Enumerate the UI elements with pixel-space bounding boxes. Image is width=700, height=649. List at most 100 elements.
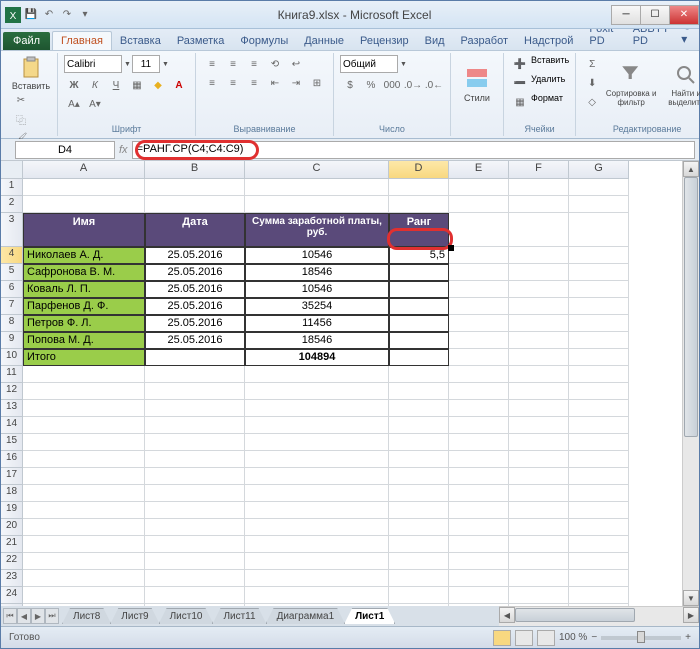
scroll-down-icon[interactable]: ▼ bbox=[683, 590, 699, 606]
wrap-text-icon[interactable]: ↩ bbox=[286, 55, 306, 73]
cell[interactable] bbox=[569, 434, 629, 451]
find-select-button[interactable]: Найти и выделить bbox=[660, 55, 700, 115]
col-header-F[interactable]: F bbox=[509, 161, 569, 179]
cell[interactable] bbox=[569, 247, 629, 264]
tab-insert[interactable]: Вставка bbox=[112, 32, 169, 50]
scroll-up-icon[interactable]: ▲ bbox=[683, 161, 699, 177]
cell[interactable] bbox=[145, 349, 245, 366]
cell[interactable] bbox=[509, 587, 569, 604]
cell[interactable] bbox=[569, 383, 629, 400]
cell[interactable] bbox=[449, 366, 509, 383]
zoom-out-icon[interactable]: − bbox=[591, 632, 597, 643]
row-header-5[interactable]: 5 bbox=[1, 264, 23, 281]
row-header-25[interactable]: 25 bbox=[1, 604, 23, 606]
maximize-button[interactable]: ☐ bbox=[640, 5, 670, 25]
row-header-12[interactable]: 12 bbox=[1, 383, 23, 400]
cell[interactable]: Имя bbox=[23, 213, 145, 247]
cell[interactable]: 10546 bbox=[245, 281, 389, 298]
cell[interactable]: Попова М. Д. bbox=[23, 332, 145, 349]
cell[interactable] bbox=[509, 468, 569, 485]
cell[interactable] bbox=[449, 400, 509, 417]
cell[interactable] bbox=[509, 298, 569, 315]
cell[interactable] bbox=[569, 298, 629, 315]
row-header-18[interactable]: 18 bbox=[1, 485, 23, 502]
cell[interactable] bbox=[509, 247, 569, 264]
cell[interactable]: 25.05.2016 bbox=[145, 281, 245, 298]
cell[interactable] bbox=[569, 468, 629, 485]
row-header-14[interactable]: 14 bbox=[1, 417, 23, 434]
zoom-thumb[interactable] bbox=[637, 631, 645, 643]
zoom-level[interactable]: 100 % bbox=[559, 632, 587, 643]
cell[interactable] bbox=[569, 570, 629, 587]
paste-button[interactable]: Вставить bbox=[11, 55, 51, 91]
cell[interactable] bbox=[449, 383, 509, 400]
sheet-tab-Лист10[interactable]: Лист10 bbox=[159, 608, 214, 624]
styles-button[interactable]: Стили bbox=[457, 55, 497, 115]
cell[interactable] bbox=[245, 468, 389, 485]
cell[interactable] bbox=[245, 366, 389, 383]
cell[interactable] bbox=[145, 434, 245, 451]
cell[interactable]: 18546 bbox=[245, 332, 389, 349]
row-header-8[interactable]: 8 bbox=[1, 315, 23, 332]
cell[interactable] bbox=[449, 502, 509, 519]
cell[interactable] bbox=[245, 519, 389, 536]
close-button[interactable]: ✕ bbox=[669, 5, 699, 25]
currency-icon[interactable]: $ bbox=[340, 76, 360, 94]
cell[interactable] bbox=[569, 349, 629, 366]
cell[interactable] bbox=[449, 485, 509, 502]
cell[interactable] bbox=[449, 570, 509, 587]
autosum-icon[interactable]: Σ bbox=[582, 55, 602, 73]
cell[interactable] bbox=[389, 196, 449, 213]
format-cells-icon[interactable]: ▦ bbox=[510, 93, 530, 111]
cell[interactable] bbox=[389, 587, 449, 604]
cell[interactable] bbox=[509, 536, 569, 553]
view-break-icon[interactable] bbox=[537, 630, 555, 646]
align-bottom-icon[interactable]: ≡ bbox=[244, 55, 264, 73]
tab-first-icon[interactable]: ⏮ bbox=[3, 608, 17, 624]
row-header-11[interactable]: 11 bbox=[1, 366, 23, 383]
col-header-C[interactable]: C bbox=[245, 161, 389, 179]
cell[interactable] bbox=[145, 587, 245, 604]
cell[interactable] bbox=[569, 536, 629, 553]
row-header-4[interactable]: 4 bbox=[1, 247, 23, 264]
cell[interactable] bbox=[509, 315, 569, 332]
cell[interactable] bbox=[245, 179, 389, 196]
col-header-D[interactable]: D bbox=[389, 161, 449, 179]
row-header-15[interactable]: 15 bbox=[1, 434, 23, 451]
cell[interactable] bbox=[509, 264, 569, 281]
clear-icon[interactable]: ◇ bbox=[582, 93, 602, 111]
cell[interactable] bbox=[449, 196, 509, 213]
tab-formulas[interactable]: Формулы bbox=[232, 32, 296, 50]
cell[interactable]: 10546 bbox=[245, 247, 389, 264]
cell[interactable] bbox=[145, 519, 245, 536]
cell[interactable] bbox=[23, 536, 145, 553]
row-header-23[interactable]: 23 bbox=[1, 570, 23, 587]
cell[interactable] bbox=[23, 179, 145, 196]
cell[interactable] bbox=[569, 332, 629, 349]
cell[interactable] bbox=[145, 485, 245, 502]
cell[interactable] bbox=[145, 502, 245, 519]
cell[interactable]: 25.05.2016 bbox=[145, 298, 245, 315]
align-middle-icon[interactable]: ≡ bbox=[223, 55, 243, 73]
cell[interactable] bbox=[389, 400, 449, 417]
cell[interactable] bbox=[569, 366, 629, 383]
cell[interactable] bbox=[569, 587, 629, 604]
save-icon[interactable]: 💾 bbox=[23, 7, 39, 23]
grid[interactable]: 123ИмяДатаСумма заработной платы, руб.Ра… bbox=[1, 179, 682, 606]
sheet-tab-Лист11[interactable]: Лист11 bbox=[212, 608, 266, 624]
cell[interactable] bbox=[449, 264, 509, 281]
sheet-tab-Лист9[interactable]: Лист9 bbox=[110, 608, 159, 624]
cell[interactable]: 11456 bbox=[245, 315, 389, 332]
file-tab[interactable]: Файл bbox=[3, 32, 50, 50]
cell[interactable] bbox=[23, 417, 145, 434]
fill-handle[interactable] bbox=[448, 245, 454, 251]
cell[interactable] bbox=[449, 332, 509, 349]
row-header-17[interactable]: 17 bbox=[1, 468, 23, 485]
cell[interactable] bbox=[449, 604, 509, 606]
zoom-slider[interactable] bbox=[601, 636, 681, 640]
undo-icon[interactable]: ↶ bbox=[41, 7, 57, 23]
cell[interactable] bbox=[145, 468, 245, 485]
cell[interactable] bbox=[389, 536, 449, 553]
cell[interactable] bbox=[509, 332, 569, 349]
cell[interactable] bbox=[145, 366, 245, 383]
